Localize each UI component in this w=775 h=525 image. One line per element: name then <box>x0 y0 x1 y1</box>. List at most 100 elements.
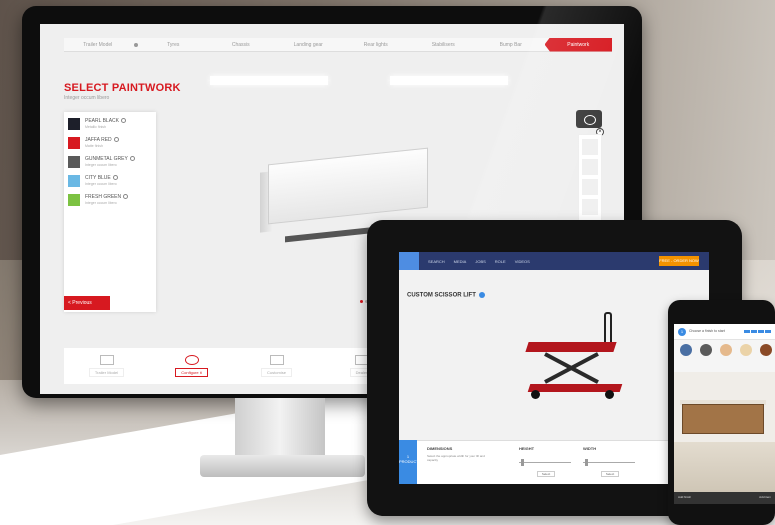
tablet-screen: SEARCH MEDIA JOBS ROLE VIDEOS FREE - ORD… <box>399 252 709 484</box>
paint-swatch-panel: PEARL BLACK Metallic finish JAFFA RED Ma… <box>64 112 156 312</box>
monitor-stand-base <box>200 455 365 477</box>
swatch-label: PEARL BLACK <box>85 118 126 124</box>
configurator-step-bar: Trailer Model Tyres Chassis Landing gear… <box>64 37 612 52</box>
view-thumbnail[interactable] <box>582 139 598 155</box>
view-eye-icon[interactable] <box>576 110 602 128</box>
progress-pip <box>751 330 757 333</box>
color-swatch <box>68 194 80 206</box>
nav-configure[interactable]: Configure it <box>162 355 222 377</box>
width-select-button[interactable]: Select <box>601 471 619 477</box>
ceiling-light <box>210 76 328 85</box>
swatch-label: GUNMETAL GREY <box>85 156 135 162</box>
swatch-label: CITY BLUE <box>85 175 118 181</box>
room-floor <box>674 442 775 492</box>
color-swatch <box>68 156 80 168</box>
view-thumbnail[interactable] <box>582 179 598 195</box>
bottom-navigation: Trailer Model Configure it Customise Dea… <box>64 348 404 384</box>
swatch-city-blue[interactable]: CITY BLUE Integer occum libero <box>68 175 152 187</box>
view-thumbnails <box>578 134 602 224</box>
step-landing-gear[interactable]: Landing gear <box>275 42 343 48</box>
step-chassis[interactable]: Chassis <box>207 42 275 48</box>
gear-icon <box>184 355 199 365</box>
home-icon[interactable] <box>399 252 419 270</box>
swatch-description: Metallic finish <box>85 125 107 129</box>
previous-button[interactable]: < Previous <box>64 296 110 310</box>
tablet-nav-videos[interactable]: VIDEOS <box>515 259 530 264</box>
product-step-button[interactable]: 1 PRODUCT <box>399 440 419 484</box>
nav-trailer-model[interactable]: Trailer Model <box>77 355 137 377</box>
finish-option[interactable] <box>700 344 712 356</box>
ceiling-light <box>390 76 508 85</box>
finish-option[interactable] <box>740 344 752 356</box>
height-label: HEIGHT <box>519 446 535 451</box>
tablet-nav-role[interactable]: ROLE <box>495 259 506 264</box>
tablet-nav-search[interactable]: SEARCH <box>428 259 445 264</box>
cabinet-preview[interactable] <box>682 404 764 434</box>
swatch-fresh-green[interactable]: FRESH GREEN Integer occum libero <box>68 194 152 206</box>
swatch-label: JAFFA RED <box>85 137 119 143</box>
info-icon[interactable] <box>113 137 119 143</box>
step-bump-bar[interactable]: Bump Bar <box>477 42 545 48</box>
height-slider-track[interactable] <box>519 462 571 463</box>
add-item-button[interactable]: Add item <box>759 495 771 499</box>
dimensions-label: DIMENSIONS <box>427 446 453 451</box>
finish-option[interactable] <box>720 344 732 356</box>
add-finish-button[interactable]: Add finish <box>678 495 691 499</box>
height-select-button[interactable]: Select <box>537 471 555 477</box>
progress-pip <box>765 330 771 333</box>
trailer-model[interactable] <box>268 147 428 225</box>
swatch-pearl-black[interactable]: PEARL BLACK Metallic finish <box>68 118 152 130</box>
phone-step-label: Choose a finish to start <box>689 329 725 333</box>
lift-platform[interactable] <box>525 342 617 352</box>
info-icon[interactable] <box>112 175 118 181</box>
phone-progress <box>744 330 771 333</box>
finish-option[interactable] <box>680 344 692 356</box>
info-icon[interactable] <box>123 194 129 200</box>
width-slider-handle[interactable] <box>585 459 588 466</box>
width-slider-track[interactable] <box>583 462 635 463</box>
page-title: SELECT PAINTWORK <box>64 82 181 94</box>
lift-wheel <box>605 390 614 399</box>
page-subtitle: Integer occum libero <box>64 95 110 101</box>
info-icon[interactable] <box>121 118 126 124</box>
nav-label: Trailer Model <box>88 368 125 377</box>
step-trailer-model[interactable]: Trailer Model <box>64 42 132 48</box>
info-icon[interactable] <box>478 292 485 298</box>
step-rear-lights[interactable]: Rear lights <box>342 42 410 48</box>
nav-label: Configure it <box>175 368 208 377</box>
product-title: CUSTOM SCISSOR LIFT <box>407 292 485 299</box>
finish-option[interactable] <box>760 344 772 356</box>
color-swatch <box>68 175 80 187</box>
view-thumbnail[interactable] <box>582 199 598 215</box>
view-thumbnail[interactable] <box>582 159 598 175</box>
image-icon <box>269 355 284 365</box>
step-tyres[interactable]: Tyres <box>140 42 208 48</box>
progress-pip <box>744 330 750 333</box>
phone-screen: 1 Choose a finish to start Add finish Ad… <box>674 324 775 504</box>
carousel-dot[interactable] <box>360 300 363 303</box>
step-separator <box>133 42 138 47</box>
phone-color-options <box>680 344 772 356</box>
truck-icon <box>99 355 114 365</box>
swatch-gunmetal-grey[interactable]: GUNMETAL GREY Integer occum libero <box>68 156 152 168</box>
height-slider-handle[interactable] <box>521 459 524 466</box>
order-now-button[interactable]: FREE - ORDER NOW <box>659 256 699 266</box>
color-swatch <box>68 118 80 130</box>
info-icon[interactable] <box>129 156 135 162</box>
swatch-description: Integer occum libero <box>85 163 117 167</box>
progress-pip <box>758 330 764 333</box>
dimensions-description: Select the appropriate width for your li… <box>427 454 485 462</box>
tablet-nav-media[interactable]: MEDIA <box>454 259 467 264</box>
width-label: WIDTH <box>583 446 597 451</box>
phone-device: 1 Choose a finish to start Add finish Ad… <box>668 300 775 525</box>
step-paintwork[interactable]: Paintwork <box>544 37 612 52</box>
step-stabilisers[interactable]: Stabilisers <box>410 42 478 48</box>
color-swatch <box>68 137 80 149</box>
swatch-description: Integer occum libero <box>85 182 117 186</box>
monitor-stand-neck <box>235 398 325 460</box>
nav-customise[interactable]: Customise <box>247 355 307 377</box>
swatch-description: Matte finish <box>85 144 103 148</box>
swatch-description: Integer occum libero <box>85 201 117 205</box>
swatch-jaffa-red[interactable]: JAFFA RED Matte finish <box>68 137 152 149</box>
tablet-nav-jobs[interactable]: JOBS <box>475 259 485 264</box>
